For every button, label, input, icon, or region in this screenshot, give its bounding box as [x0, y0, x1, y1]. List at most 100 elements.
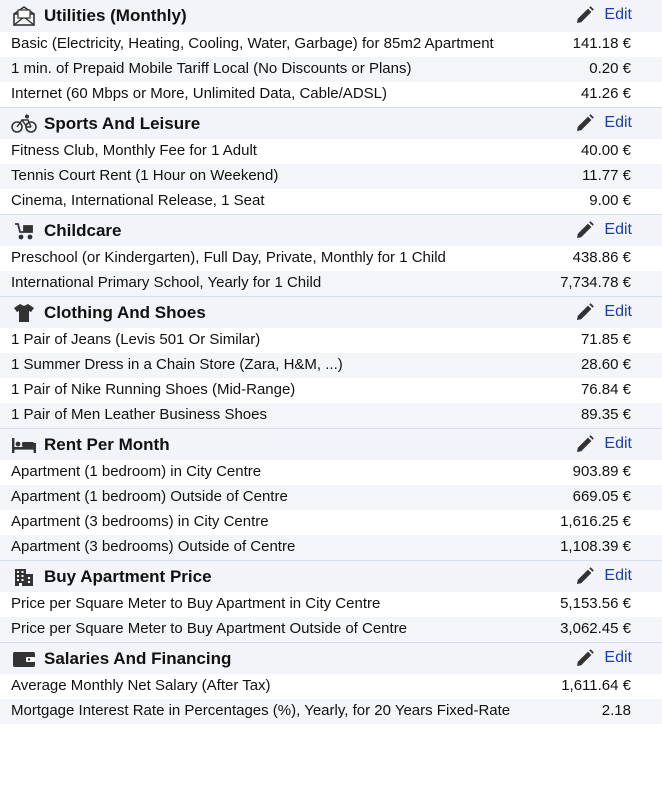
tshirt-icon: [11, 302, 37, 324]
price-row: Mortgage Interest Rate in Percentages (%…: [0, 699, 662, 724]
item-price: 9.00 €: [589, 192, 631, 209]
edit-link[interactable]: Edit: [576, 435, 632, 453]
price-row: 1 min. of Prepaid Mobile Tariff Local (N…: [0, 57, 662, 82]
price-row: Internet (60 Mbps or More, Unlimited Dat…: [0, 82, 662, 107]
stroller-icon: [11, 220, 37, 242]
item-label: Price per Square Meter to Buy Apartment …: [11, 595, 381, 612]
price-row: Apartment (3 bedrooms) Outside of Centre…: [0, 535, 662, 560]
bicycle-icon: [11, 113, 37, 135]
item-price: 1,108.39 €: [560, 538, 631, 555]
price-row: Price per Square Meter to Buy Apartment …: [0, 592, 662, 617]
item-label: Mortgage Interest Rate in Percentages (%…: [11, 702, 511, 719]
edit-label[interactable]: Edit: [604, 435, 632, 453]
edit-label[interactable]: Edit: [604, 221, 632, 239]
price-row: 1 Pair of Jeans (Levis 501 Or Similar) 7…: [0, 328, 662, 353]
edit-label[interactable]: Edit: [604, 114, 632, 132]
item-label: International Primary School, Yearly for…: [11, 274, 322, 291]
item-label: Tennis Court Rent (1 Hour on Weekend): [11, 167, 279, 184]
edit-link[interactable]: Edit: [576, 221, 632, 239]
item-price: 76.84 €: [580, 381, 631, 398]
item-label: Apartment (1 bedroom) in City Centre: [11, 463, 262, 480]
item-price: 903.89 €: [572, 463, 631, 480]
envelope-icon: [11, 5, 37, 27]
section-header-childcare: Childcare Edit: [0, 214, 662, 246]
item-price: 7,734.78 €: [560, 274, 631, 291]
wallet-icon: [11, 648, 37, 670]
item-label: Preschool (or Kindergarten), Full Day, P…: [11, 249, 446, 266]
section-title: Childcare: [44, 221, 122, 240]
item-price: 438.86 €: [572, 249, 631, 266]
item-label: 1 Pair of Nike Running Shoes (Mid-Range): [11, 381, 296, 398]
section-header-buy-apartment-price: Buy Apartment Price Edit: [0, 560, 662, 592]
building-icon: [11, 566, 37, 588]
item-price: 40.00 €: [580, 142, 631, 159]
price-row: Tennis Court Rent (1 Hour on Weekend) 11…: [0, 164, 662, 189]
section-title: Rent Per Month: [44, 435, 170, 454]
edit-link[interactable]: Edit: [576, 649, 632, 667]
edit-label[interactable]: Edit: [604, 567, 632, 585]
price-row: Average Monthly Net Salary (After Tax) 1…: [0, 674, 662, 699]
section-title: Buy Apartment Price: [44, 567, 212, 586]
section-header-salaries-and-financing: Salaries And Financing Edit: [0, 642, 662, 674]
price-row: Cinema, International Release, 1 Seat 9.…: [0, 189, 662, 214]
item-label: 1 Pair of Men Leather Business Shoes: [11, 406, 267, 423]
item-label: Internet (60 Mbps or More, Unlimited Dat…: [11, 85, 387, 102]
edit-label[interactable]: Edit: [604, 649, 632, 667]
section-header-clothing-and-shoes: Clothing And Shoes Edit: [0, 296, 662, 328]
price-row: Apartment (3 bedrooms) in City Centre 1,…: [0, 510, 662, 535]
item-label: Apartment (3 bedrooms) Outside of Centre: [11, 538, 296, 555]
item-price: 71.85 €: [580, 331, 631, 348]
price-row: 1 Summer Dress in a Chain Store (Zara, H…: [0, 353, 662, 378]
price-row: Apartment (1 bedroom) Outside of Centre …: [0, 485, 662, 510]
item-label: Apartment (1 bedroom) Outside of Centre: [11, 488, 288, 505]
edit-link[interactable]: Edit: [576, 6, 632, 24]
price-row: 1 Pair of Nike Running Shoes (Mid-Range)…: [0, 378, 662, 403]
section-header-rent-per-month: Rent Per Month Edit: [0, 428, 662, 460]
pencil-icon: [577, 435, 595, 452]
edit-link[interactable]: Edit: [576, 303, 632, 321]
item-price: 28.60 €: [580, 356, 631, 373]
item-price: 5,153.56 €: [560, 595, 631, 612]
item-label: 1 Summer Dress in a Chain Store (Zara, H…: [11, 356, 343, 373]
section-title: Clothing And Shoes: [44, 303, 206, 322]
edit-label[interactable]: Edit: [604, 6, 632, 24]
pencil-icon: [577, 567, 595, 584]
price-row: Price per Square Meter to Buy Apartment …: [0, 617, 662, 642]
edit-link[interactable]: Edit: [576, 567, 632, 585]
item-price: 669.05 €: [572, 488, 631, 505]
section-title: Salaries And Financing: [44, 649, 232, 668]
pencil-icon: [577, 6, 595, 23]
bed-icon: [11, 434, 37, 456]
section-title: Sports And Leisure: [44, 114, 201, 133]
section-header-utilities-monthly: Utilities (Monthly) Edit: [0, 0, 662, 32]
cost-of-living-list: Utilities (Monthly) Edit Basic (Electric…: [0, 0, 662, 724]
item-label: Price per Square Meter to Buy Apartment …: [11, 620, 408, 637]
item-price: 3,062.45 €: [560, 620, 631, 637]
pencil-icon: [577, 114, 595, 131]
price-row: Basic (Electricity, Heating, Cooling, Wa…: [0, 32, 662, 57]
item-label: Basic (Electricity, Heating, Cooling, Wa…: [11, 35, 494, 52]
item-label: Average Monthly Net Salary (After Tax): [11, 677, 271, 694]
item-price: 41.26 €: [580, 85, 631, 102]
section-title: Utilities (Monthly): [44, 6, 187, 25]
item-price: 89.35 €: [580, 406, 631, 423]
pencil-icon: [577, 303, 595, 320]
price-row: Preschool (or Kindergarten), Full Day, P…: [0, 246, 662, 271]
pencil-icon: [577, 649, 595, 666]
item-label: 1 min. of Prepaid Mobile Tariff Local (N…: [11, 60, 412, 77]
item-price: 1,616.25 €: [560, 513, 631, 530]
item-price: 11.77 €: [582, 167, 631, 184]
price-row: Apartment (1 bedroom) in City Centre 903…: [0, 460, 662, 485]
item-price: 141.18 €: [572, 35, 631, 52]
price-row: International Primary School, Yearly for…: [0, 271, 662, 296]
edit-link[interactable]: Edit: [576, 114, 632, 132]
price-row: Fitness Club, Monthly Fee for 1 Adult 40…: [0, 139, 662, 164]
item-price: 2.18: [601, 702, 631, 719]
item-price: 1,611.64 €: [561, 677, 631, 694]
item-label: 1 Pair of Jeans (Levis 501 Or Similar): [11, 331, 261, 348]
edit-label[interactable]: Edit: [604, 303, 632, 321]
item-label: Apartment (3 bedrooms) in City Centre: [11, 513, 269, 530]
item-label: Cinema, International Release, 1 Seat: [11, 192, 265, 209]
price-row: 1 Pair of Men Leather Business Shoes 89.…: [0, 403, 662, 428]
pencil-icon: [577, 221, 595, 238]
